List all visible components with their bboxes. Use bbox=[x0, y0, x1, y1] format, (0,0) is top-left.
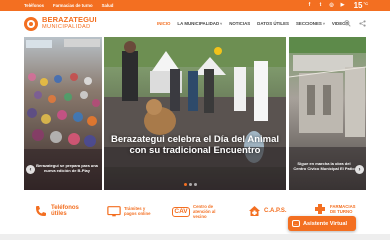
quicklink-caps[interactable]: C.A.P.S. bbox=[247, 204, 287, 218]
main-nav: INICIO LA MUNICIPALIDAD˅ NOTICIAS DATOS … bbox=[157, 21, 348, 26]
quicklink-label: Centro de atención al vecino bbox=[193, 204, 216, 219]
slide-main-image bbox=[104, 37, 286, 190]
logo-subtitle: MUNICIPALIDAD bbox=[42, 24, 91, 30]
health-house-icon bbox=[247, 204, 261, 218]
slide-right[interactable]: Sigue en marcha la obra del Centro Cívic… bbox=[289, 37, 366, 190]
nav-datos-utiles[interactable]: DATOS ÚTILES bbox=[257, 21, 289, 26]
cav-icon: CAV bbox=[172, 205, 190, 219]
nav-inicio[interactable]: INICIO bbox=[157, 21, 170, 26]
chevron-down-icon: ˅ bbox=[322, 22, 325, 26]
cav-badge: CAV bbox=[172, 206, 190, 217]
chevron-left-icon[interactable]: ‹ bbox=[26, 165, 35, 174]
nav-label: SECCIONES bbox=[295, 21, 322, 26]
assistant-label: Asistente Virtual bbox=[303, 220, 348, 227]
nav-la-municipalidad[interactable]: LA MUNICIPALIDAD˅ bbox=[177, 21, 222, 26]
slide-right-caption[interactable]: Sigue en marcha la obra del Centro Cívic… bbox=[293, 161, 355, 171]
quicklink-label: Trámites y pagos online bbox=[124, 206, 151, 216]
phone-icon bbox=[34, 204, 48, 218]
social-links: f t ◎ ▶ bbox=[306, 1, 346, 8]
quicklink-label: C.A.P.S. bbox=[264, 208, 287, 214]
slide-main[interactable] bbox=[104, 37, 286, 190]
quicklink-cav[interactable]: CAV Centro de atención al vecino bbox=[172, 204, 223, 219]
slider-dot[interactable] bbox=[194, 183, 197, 186]
quicklink-label: Teléfonos útiles bbox=[51, 205, 79, 217]
facebook-icon[interactable]: f bbox=[306, 1, 313, 8]
share-icon[interactable] bbox=[358, 19, 366, 27]
chevron-right-icon[interactable]: › bbox=[355, 165, 364, 174]
logo-icon[interactable] bbox=[24, 17, 38, 31]
slide-main-caption[interactable]: Berazategui celebra el Día del Animal co… bbox=[104, 134, 286, 156]
weather-temp: 15 bbox=[353, 1, 363, 10]
monitor-icon bbox=[107, 204, 121, 218]
virtual-assistant-button[interactable]: ··· Asistente Virtual bbox=[288, 216, 356, 231]
site-header: BERAZATEGUI MUNICIPALIDAD INICIO LA MUNI… bbox=[0, 11, 390, 37]
slider-dot[interactable] bbox=[184, 183, 187, 186]
slide-left-caption[interactable]: Berazategui se prepara para una nueva ed… bbox=[34, 163, 100, 173]
weather-unit: °C bbox=[363, 1, 369, 6]
top-links: Teléfonos Farmacias de turno Salud bbox=[24, 3, 113, 8]
chat-icon: ··· bbox=[292, 220, 300, 227]
youtube-icon[interactable]: ▶ bbox=[339, 1, 346, 8]
logo[interactable]: BERAZATEGUI MUNICIPALIDAD bbox=[42, 16, 97, 31]
instagram-icon[interactable]: ◎ bbox=[328, 1, 335, 8]
twitter-icon[interactable]: t bbox=[317, 1, 324, 8]
nav-label: LA MUNICIPALIDAD bbox=[177, 21, 220, 26]
slider-dot[interactable] bbox=[189, 183, 192, 186]
quicklink-tramites[interactable]: Trámites y pagos online bbox=[107, 204, 154, 218]
nav-secciones[interactable]: SECCIONES˅ bbox=[296, 21, 325, 26]
search-icon[interactable] bbox=[343, 19, 351, 27]
chevron-down-icon: ˅ bbox=[220, 22, 223, 26]
bottom-strip bbox=[0, 234, 390, 240]
top-link-farmacias[interactable]: Farmacias de turno bbox=[53, 3, 93, 8]
top-bar: Teléfonos Farmacias de turno Salud f t ◎… bbox=[0, 0, 390, 11]
top-link-telefonos[interactable]: Teléfonos bbox=[24, 3, 44, 8]
quicklink-farmacias[interactable]: FARMACIAS DE TURNO bbox=[313, 202, 356, 216]
slider-dots bbox=[184, 183, 197, 186]
pharmacy-icon bbox=[313, 202, 327, 216]
logo-title: BERAZATEGUI bbox=[42, 15, 97, 24]
weather-widget: 15 °C bbox=[354, 1, 368, 10]
slide-left[interactable]: Berazategui se prepara para una nueva ed… bbox=[24, 37, 102, 190]
top-link-salud[interactable]: Salud bbox=[102, 3, 114, 8]
quicklink-telefonos[interactable]: Teléfonos útiles bbox=[34, 204, 81, 218]
quicklink-label: FARMACIAS DE TURNO bbox=[330, 204, 356, 214]
nav-noticias[interactable]: NOTICIAS bbox=[229, 21, 250, 26]
